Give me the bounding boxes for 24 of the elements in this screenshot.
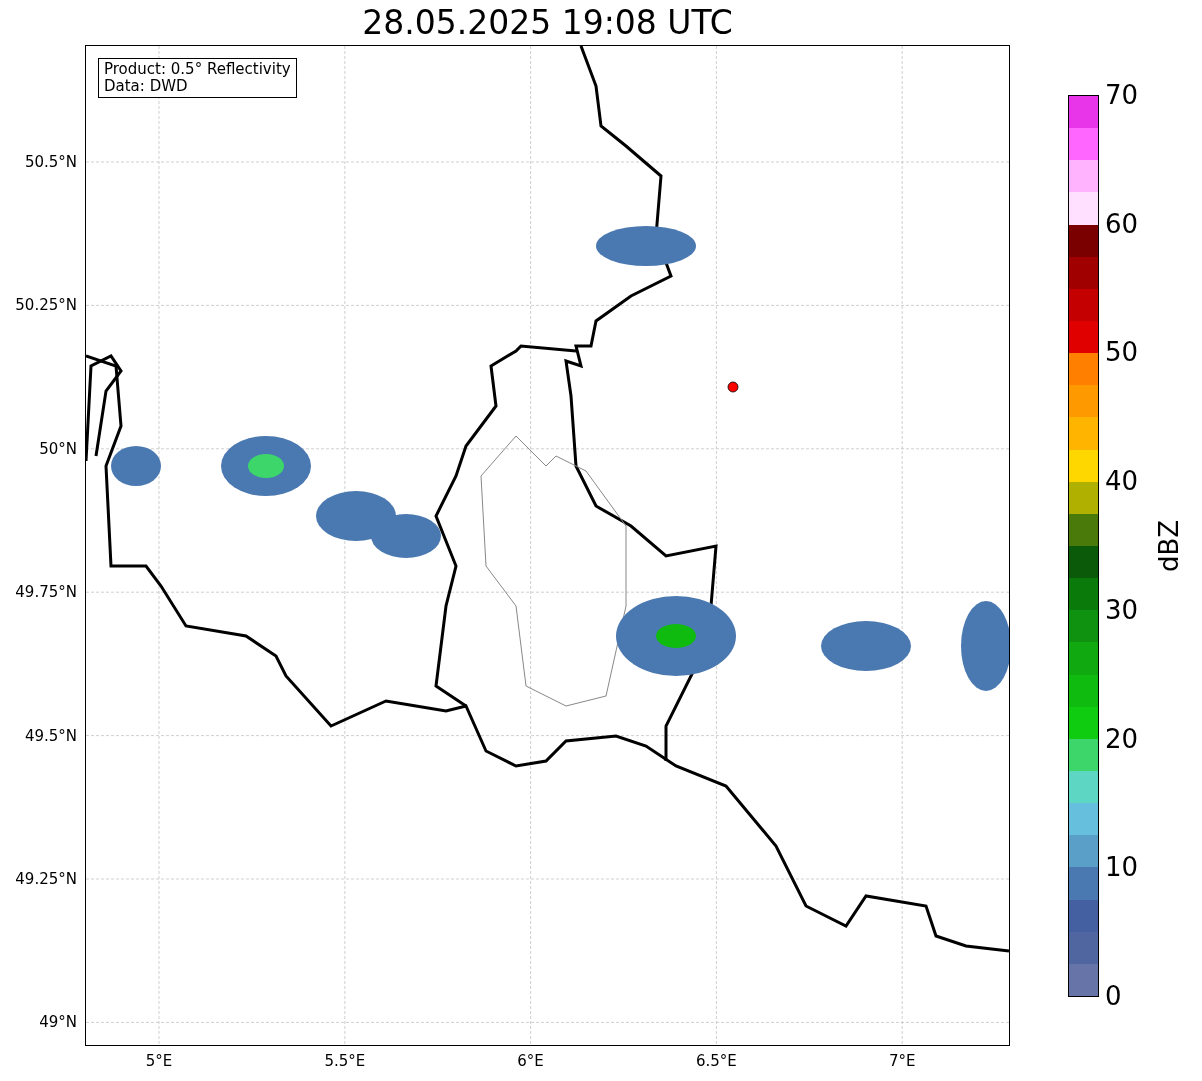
colorbar-label: dBZ	[1154, 519, 1184, 573]
longitude-label: 6.5°E	[694, 1052, 738, 1070]
latitude-label: 49.75°N	[15, 583, 77, 602]
latitude-label: 49.25°N	[15, 870, 77, 888]
latitude-label: 50.25°N	[15, 296, 77, 315]
legend-text: Product: 0.5° Reflectivity	[104, 61, 291, 78]
longitude-label: 7°E	[887, 1052, 917, 1070]
colorbar-tick-label: 20	[1105, 723, 1139, 754]
chart-title: 28.05.2025 19:08 UTC	[361, 2, 734, 44]
colorbar-tick-label: 70	[1105, 80, 1139, 110]
latitude-label: 49.5°N	[24, 726, 77, 745]
colorbar-tick-label: 60	[1105, 208, 1139, 239]
legend-text: Data: DWD	[104, 78, 189, 95]
longitude-label: 5.5°E	[323, 1052, 367, 1070]
colorbar-tick-label: 10	[1105, 852, 1139, 883]
latitude-label: 50°N	[39, 439, 77, 458]
colorbar-tick-label: 30	[1105, 594, 1139, 625]
latitude-label: 50.5°N	[24, 153, 77, 171]
colorbar-tick-label: 50	[1105, 337, 1139, 368]
longitude-label: 5°E	[144, 1052, 174, 1070]
colorbar-tick-label: 40	[1105, 466, 1139, 497]
colorbar-tick-label: 0	[1105, 981, 1122, 1011]
latitude-label: 49°N	[39, 1013, 77, 1032]
longitude-label: 6°E	[516, 1052, 545, 1070]
